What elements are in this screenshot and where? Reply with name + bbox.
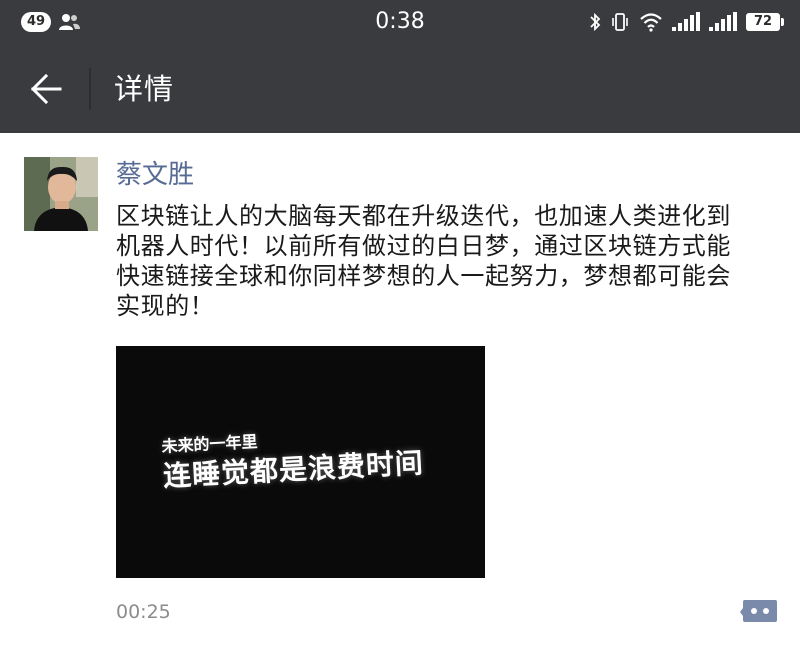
title-bar: 详情 (0, 44, 800, 133)
comment-bubble-icon (740, 600, 777, 622)
back-button[interactable] (20, 66, 68, 112)
video-thumbnail[interactable]: 未来的一年里 连睡觉都是浪费时间 (116, 346, 485, 578)
author-name[interactable]: 蔡文胜 (116, 158, 194, 192)
status-icons: 72 (589, 10, 784, 34)
post-text: 区块链让人的大脑每天都在升级迭代，也加速人类进化到 机器人时代！以前所有做过的白… (116, 202, 731, 320)
status-bar: 49 0:38 72 (0, 0, 800, 44)
signal-icon-2 (709, 12, 737, 31)
page-title: 详情 (114, 72, 175, 106)
comment-button[interactable] (740, 598, 778, 626)
bluetooth-icon (590, 12, 601, 32)
back-arrow-icon (30, 73, 62, 105)
signal-icon-1 (672, 12, 700, 31)
vibrate-icon (612, 13, 628, 31)
wifi-icon (640, 13, 662, 32)
battery-level: 72 (746, 13, 784, 31)
avatar-photo (24, 157, 98, 231)
post-time: 00:25 (116, 601, 171, 623)
author-avatar[interactable] (24, 157, 98, 231)
video-caption: 未来的一年里 连睡觉都是浪费时间 (161, 422, 425, 496)
title-divider (89, 68, 91, 110)
